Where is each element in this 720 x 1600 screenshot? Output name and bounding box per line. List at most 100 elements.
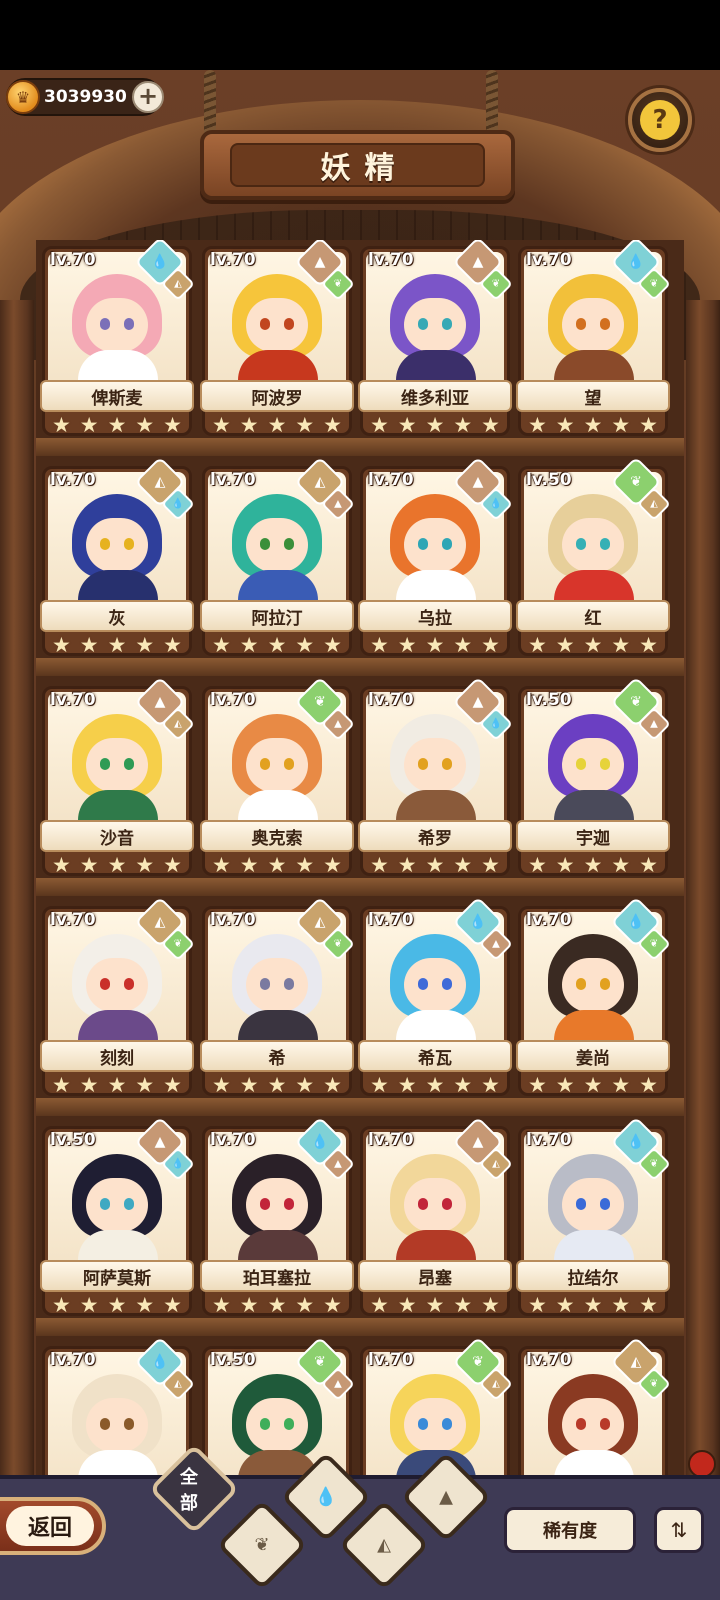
fairy-card[interactable]: lv.70 ▲ ❦ 维多利亚 ★ ★ ★ ★ ★ [358,240,513,446]
star-icon: ★ [611,853,631,877]
fairy-card[interactable]: lv.70 💧 ❦ 姜尚 ★ ★ ★ ★ ★ [516,896,671,1106]
fairy-card[interactable]: lv.70 💧 ❦ 望 ★ ★ ★ ★ ★ [516,240,671,446]
fairy-name: 希罗 [418,828,452,849]
star-icon: ★ [370,413,389,437]
portrait-eye [260,1198,270,1210]
name-scroll: 俾斯麦 [40,380,194,412]
portrait-eye [600,978,610,990]
portrait-eye [124,1418,134,1430]
star-icon: ★ [528,1293,547,1317]
fairy-card[interactable]: lv.70 💧 ◭ 俾斯麦 ★ ★ ★ ★ ★ [40,240,195,446]
sort-order-button[interactable]: ⇅ [654,1507,704,1553]
star-rating: ★ ★ ★ ★ ★ [370,414,500,436]
fairy-card[interactable]: lv.50 ❦ ◭ 红 ★ ★ ★ ★ ★ [516,456,671,666]
back-button[interactable]: 返回 [0,1497,106,1555]
fairy-card[interactable]: lv.70 ◭ ❦ 希 ★ ★ ★ ★ ★ [200,896,355,1106]
rarity-sort-button[interactable]: 稀有度 [504,1507,636,1553]
fairy-card[interactable]: lv.70 ▲ 💧 希罗 ★ ★ ★ ★ ★ [358,676,513,886]
leaf-icon: ❦ [254,1534,270,1556]
add-coins-button[interactable]: + [132,81,164,113]
portrait-face [562,518,624,572]
star-rating: ★ ★ ★ ★ ★ [370,634,500,656]
sort-order-icon: ⇅ [670,1518,688,1542]
star-icon: ★ [135,853,155,877]
portrait-eye [124,758,134,770]
portrait-face [404,1178,466,1232]
star-icon: ★ [583,1073,603,1097]
fairy-level: lv.50 [50,1130,96,1150]
portrait-eye [600,538,610,550]
name-scroll: 拉结尔 [516,1260,670,1292]
star-icon: ★ [267,1073,287,1097]
fairy-card[interactable]: lv.70 ◭ ▲ 阿拉汀 ★ ★ ★ ★ ★ [200,456,355,666]
name-scroll: 维多利亚 [358,380,512,412]
fairy-name: 灰 [108,608,126,629]
shelf-plank [36,878,684,896]
name-scroll: 刻刻 [40,1040,194,1072]
star-icon: ★ [295,1073,315,1097]
star-icon: ★ [323,413,342,437]
star-icon: ★ [267,853,287,877]
filter-leaf-button[interactable]: ❦ [216,1499,308,1591]
fairy-name: 阿拉汀 [251,608,303,629]
portrait-eye [418,538,428,550]
fairy-level: lv.70 [210,470,256,490]
portrait-eye [100,1418,110,1430]
star-icon: ★ [481,633,500,657]
fairy-level: lv.70 [526,1350,572,1370]
star-rating: ★ ★ ★ ★ ★ [528,854,658,876]
fairy-card[interactable]: lv.70 ◭ 💧 灰 ★ ★ ★ ★ ★ [40,456,195,666]
star-icon: ★ [555,633,575,657]
star-icon: ★ [212,1293,231,1317]
name-scroll: 希罗 [358,820,512,852]
back-label: 返回 [27,1516,72,1541]
fairy-card[interactable]: lv.70 ▲ ❦ 阿波罗 ★ ★ ★ ★ ★ [200,240,355,446]
star-icon: ★ [453,413,473,437]
star-rating: ★ ★ ★ ★ ★ [52,854,182,876]
star-icon: ★ [528,633,547,657]
fairy-level: lv.50 [526,690,572,710]
fairy-card[interactable]: lv.50 ▲ 💧 阿萨莫斯 ★ ★ ★ ★ ★ [40,1116,195,1326]
fairy-name: 希瓦 [418,1048,452,1069]
fairy-card[interactable]: lv.70 ▲ 💧 乌拉 ★ ★ ★ ★ ★ [358,456,513,666]
star-icon: ★ [163,1293,182,1317]
star-icon: ★ [453,1293,473,1317]
fairy-level: lv.70 [526,1130,572,1150]
star-icon: ★ [481,1293,500,1317]
fairy-card[interactable]: lv.70 ▲ ◭ 昂塞 ★ ★ ★ ★ ★ [358,1116,513,1326]
star-icon: ★ [555,853,575,877]
fairy-card[interactable]: lv.70 ▲ ◭ 沙音 ★ ★ ★ ★ ★ [40,676,195,886]
portrait-face [86,738,148,792]
water-drop-icon: 💧 [314,1486,338,1508]
portrait-eye [100,538,110,550]
fairy-card[interactable]: lv.70 💧 ❦ 拉结尔 ★ ★ ★ ★ ★ [516,1116,671,1326]
star-icon: ★ [583,1293,603,1317]
fairy-card[interactable]: lv.70 💧 ▲ 希瓦 ★ ★ ★ ★ ★ [358,896,513,1106]
fairy-card[interactable]: lv.70 💧 ▲ 珀耳塞拉 ★ ★ ★ ★ ★ [200,1116,355,1326]
fairy-card[interactable]: lv.70 ❦ ▲ 奥克索 ★ ★ ★ ★ ★ [200,676,355,886]
portrait-eye [260,1418,270,1430]
portrait-face [86,958,148,1012]
portrait-eye [100,978,110,990]
help-button[interactable]: ? [628,88,692,152]
fairy-level: lv.70 [210,1130,256,1150]
star-icon: ★ [453,1073,473,1097]
star-icon: ★ [107,633,127,657]
portrait-eye [124,1198,134,1210]
star-rating: ★ ★ ★ ★ ★ [212,854,342,876]
star-icon: ★ [295,853,315,877]
ladybug-icon[interactable] [688,1450,716,1478]
star-icon: ★ [107,853,127,877]
portrait-eye [576,1198,586,1210]
star-icon: ★ [611,1073,631,1097]
fairy-name: 宇迦 [576,828,610,849]
star-icon: ★ [295,413,315,437]
portrait-face [404,738,466,792]
fairy-card[interactable]: lv.50 ❦ ▲ 宇迦 ★ ★ ★ ★ ★ [516,676,671,886]
portrait-face [246,958,308,1012]
fairy-card[interactable]: lv.70 ◭ ❦ 刻刻 ★ ★ ★ ★ ★ [40,896,195,1106]
star-icon: ★ [79,1073,99,1097]
star-icon: ★ [52,853,71,877]
star-icon: ★ [323,1073,342,1097]
portrait-eye [418,1198,428,1210]
